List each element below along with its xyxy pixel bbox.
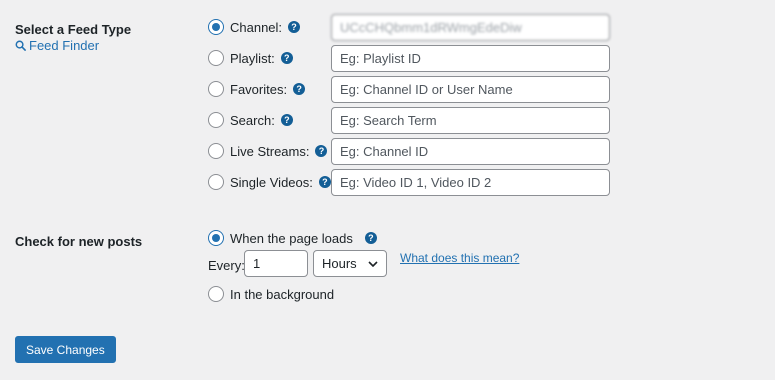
feed-option-playlist[interactable]: Playlist: ? bbox=[208, 48, 293, 68]
live-streams-label: Live Streams: bbox=[230, 143, 310, 159]
feed-finder-label: Feed Finder bbox=[29, 38, 100, 53]
single-videos-label: Single Videos: bbox=[230, 174, 313, 190]
help-icon[interactable]: ? bbox=[364, 232, 377, 244]
live-streams-radio[interactable] bbox=[208, 143, 224, 159]
feed-finder-link[interactable]: Feed Finder bbox=[15, 38, 99, 53]
every-label: Every: bbox=[208, 258, 245, 273]
single-videos-input[interactable] bbox=[331, 169, 610, 196]
new-posts-heading: Check for new posts bbox=[15, 234, 143, 249]
favorites-radio[interactable] bbox=[208, 81, 224, 97]
search-icon bbox=[15, 40, 26, 51]
help-icon[interactable]: ? bbox=[280, 114, 293, 126]
page-load-radio[interactable] bbox=[208, 230, 224, 246]
background-label: In the background bbox=[230, 286, 335, 302]
single-videos-radio[interactable] bbox=[208, 174, 224, 190]
favorites-label: Favorites: bbox=[230, 81, 288, 97]
channel-radio[interactable] bbox=[208, 19, 224, 35]
channel-label: Channel: bbox=[230, 19, 283, 35]
channel-input[interactable] bbox=[331, 14, 610, 41]
background-radio[interactable] bbox=[208, 286, 224, 302]
playlist-radio[interactable] bbox=[208, 50, 224, 66]
feed-option-single-videos[interactable]: Single Videos: ? bbox=[208, 172, 331, 192]
every-input[interactable] bbox=[244, 250, 308, 277]
help-icon[interactable]: ? bbox=[280, 52, 293, 64]
option-background[interactable]: In the background bbox=[208, 284, 334, 304]
interval-unit-select[interactable]: Hours bbox=[313, 250, 387, 277]
interval-unit-value: Hours bbox=[322, 256, 357, 271]
chevron-down-icon bbox=[368, 260, 378, 267]
feed-option-live-streams[interactable]: Live Streams: ? bbox=[208, 141, 328, 161]
help-icon[interactable]: ? bbox=[315, 145, 328, 157]
favorites-input[interactable] bbox=[331, 76, 610, 103]
playlist-label: Playlist: bbox=[230, 50, 275, 66]
help-icon[interactable]: ? bbox=[293, 83, 306, 95]
feed-type-heading: Select a Feed Type bbox=[15, 22, 132, 37]
help-icon[interactable]: ? bbox=[318, 176, 331, 188]
feed-option-channel[interactable]: Channel: ? bbox=[208, 17, 301, 37]
live-streams-input[interactable] bbox=[331, 138, 610, 165]
search-term-input[interactable] bbox=[331, 107, 610, 134]
search-label: Search: bbox=[230, 112, 275, 128]
option-page-load[interactable]: When the page loads ? bbox=[208, 228, 377, 248]
search-radio[interactable] bbox=[208, 112, 224, 128]
save-changes-button[interactable]: Save Changes bbox=[15, 336, 116, 363]
page-load-label: When the page loads bbox=[230, 230, 353, 246]
what-does-this-mean-link[interactable]: What does this mean? bbox=[400, 251, 519, 265]
playlist-input[interactable] bbox=[331, 45, 610, 72]
feed-option-search[interactable]: Search: ? bbox=[208, 110, 293, 130]
feed-option-favorites[interactable]: Favorites: ? bbox=[208, 79, 306, 99]
help-icon[interactable]: ? bbox=[288, 21, 301, 33]
